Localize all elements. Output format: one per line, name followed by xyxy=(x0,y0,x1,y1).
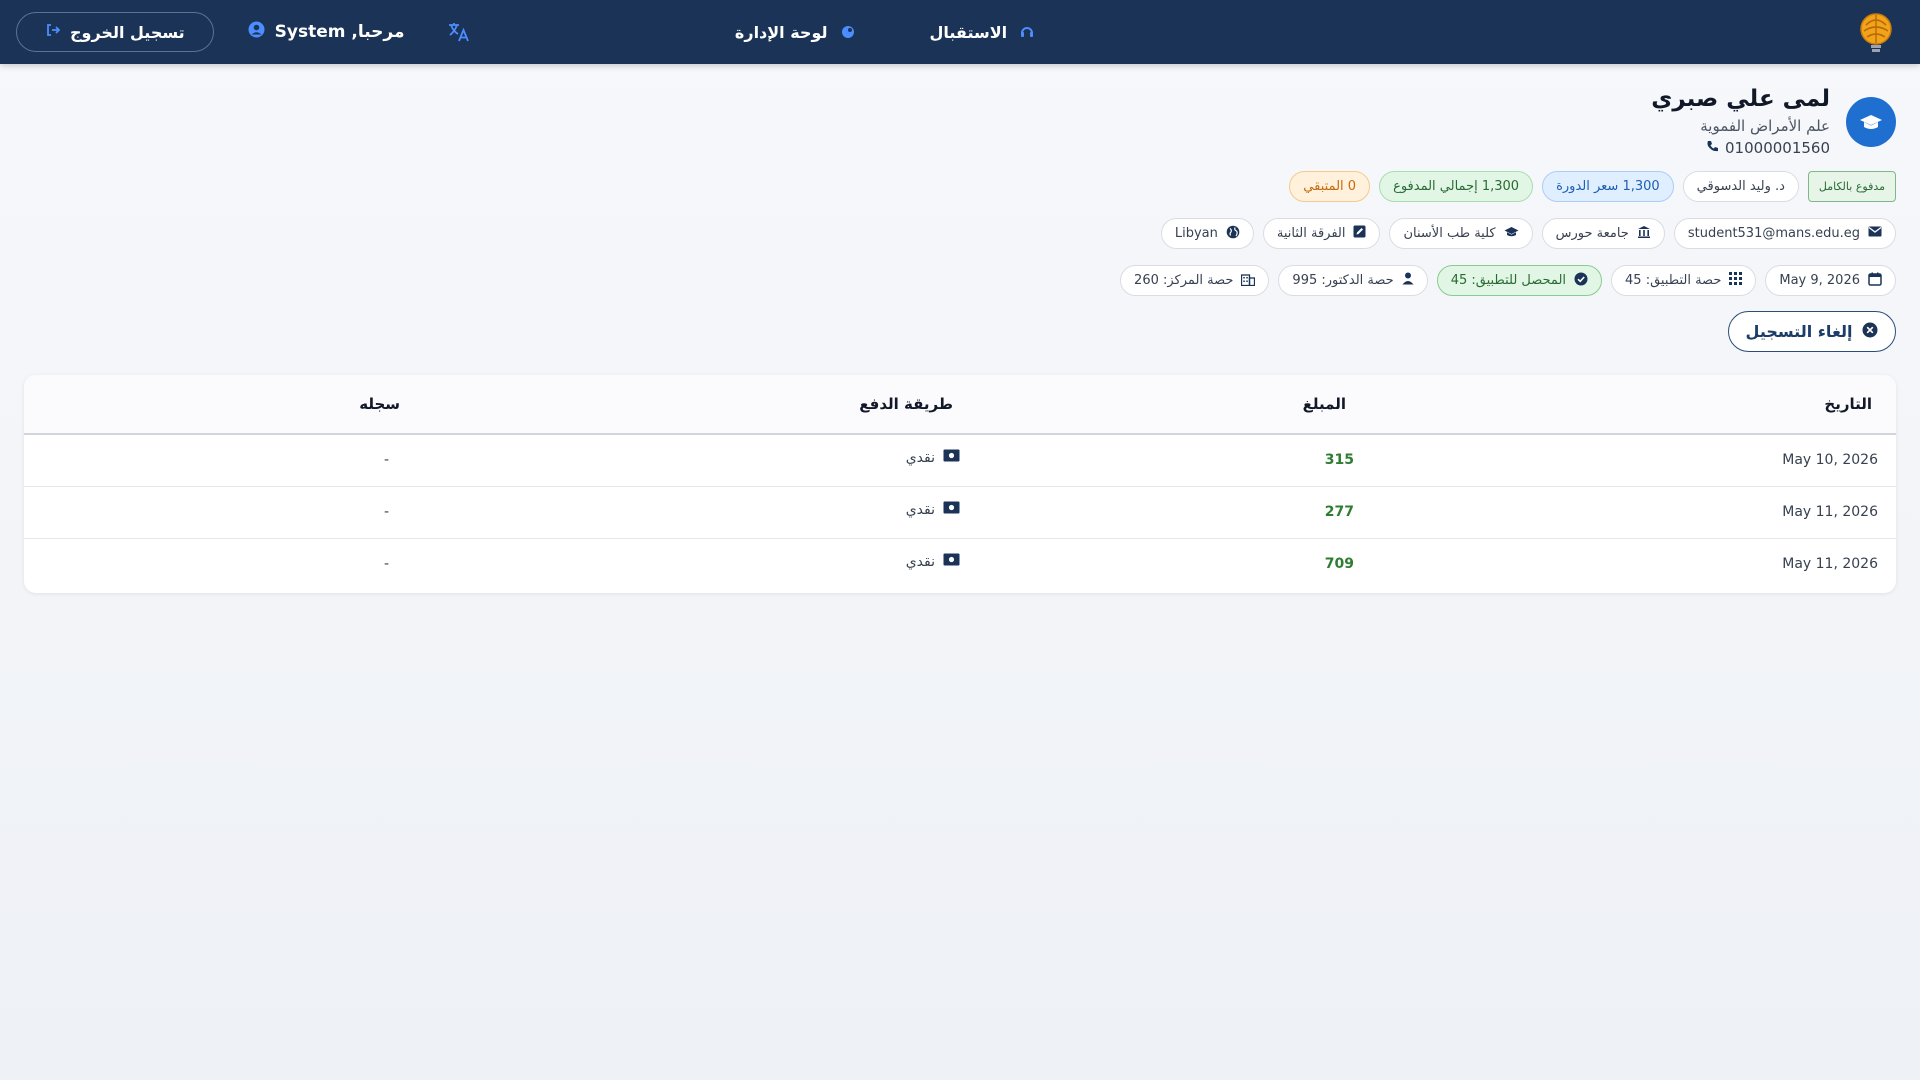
cash-icon xyxy=(943,553,960,570)
globe-icon xyxy=(1226,225,1240,243)
nav-reception[interactable]: الاستقبال xyxy=(930,23,1036,42)
row-date: May 11, 2026 xyxy=(1782,504,1878,520)
table-row: May 10, 2026 315 نقدي - xyxy=(24,435,1896,487)
logout-button[interactable]: تسجيل الخروج xyxy=(16,12,214,52)
remaining-chip: 0 المتبقي xyxy=(1289,171,1371,202)
cash-icon xyxy=(943,501,960,518)
app-share: حصة التطبيق: 45 xyxy=(1625,273,1722,288)
row-amount: 315 xyxy=(1324,452,1354,468)
student-faculty: كلية طب الأسنان xyxy=(1403,226,1496,241)
cash-icon xyxy=(943,449,960,466)
date-chip: May 9, 2026 xyxy=(1765,265,1896,296)
row-amount: 709 xyxy=(1324,556,1354,572)
logout-icon xyxy=(45,22,61,42)
course-price-chip: 1,300 سعر الدورة xyxy=(1542,171,1674,202)
top-navbar: الاستقبال لوحة الإدارة تسجيل الخروج مرحب… xyxy=(0,0,1920,64)
year-chip: الفرقة الثانية xyxy=(1262,218,1381,249)
email-chip: student531@mans.edu.eg xyxy=(1673,218,1896,249)
welcome-text: مرحبا, System xyxy=(274,22,405,42)
school-icon xyxy=(1504,226,1519,242)
row-recorded-by: - xyxy=(383,556,389,572)
payments-table: التاريخ المبلغ طريقة الدفع سجله May 10, … xyxy=(24,375,1896,593)
person-icon xyxy=(1402,272,1414,289)
faculty-chip: كلية طب الأسنان xyxy=(1389,218,1533,249)
doctor-share-chip: حصة الدكتور: 995 xyxy=(1278,265,1428,296)
table-header: التاريخ المبلغ طريقة الدفع سجله xyxy=(24,375,1896,435)
translate-icon[interactable] xyxy=(447,21,471,43)
university-chip: جامعة حورس xyxy=(1541,218,1665,249)
header-date: التاريخ xyxy=(1824,395,1872,413)
header-amount: المبلغ xyxy=(1302,395,1346,413)
nav-dashboard[interactable]: لوحة الإدارة xyxy=(735,23,856,42)
paid-status-badge: مدفوع بالكامل xyxy=(1807,171,1896,202)
center-share: حصة المركز: 260 xyxy=(1134,273,1234,288)
doctor-chip: د. وليد الدسوقي xyxy=(1682,171,1799,202)
student-university: جامعة حورس xyxy=(1555,226,1629,241)
row-amount: 277 xyxy=(1324,504,1354,520)
total-paid: 1,300 إجمالي المدفوع xyxy=(1393,179,1520,194)
building-icon xyxy=(1241,272,1256,290)
row-method-label: نقدي xyxy=(905,449,935,466)
app-collected-chip: المحصل للتطبيق: 45 xyxy=(1436,265,1603,296)
nav-user-area: تسجيل الخروج مرحبا, System xyxy=(16,12,471,52)
cancel-enrollment-button[interactable]: إلغاء التسجيل xyxy=(1728,311,1896,352)
header-recorded-by: سجله xyxy=(359,395,400,413)
student-specialty: علم الأمراض الفموية xyxy=(1700,117,1830,135)
enrollment-date: May 9, 2026 xyxy=(1779,273,1860,288)
center-share-chip: حصة المركز: 260 xyxy=(1120,265,1270,296)
cancel-label: إلغاء التسجيل xyxy=(1745,322,1853,341)
graduation-cap-icon xyxy=(1846,97,1896,147)
row-method: نقدي xyxy=(906,501,960,518)
row-date: May 11, 2026 xyxy=(1782,556,1878,572)
student-phone: 01000001560 xyxy=(1651,139,1830,157)
grid-icon xyxy=(1729,272,1743,289)
headset-icon xyxy=(1019,24,1035,40)
doctor-share: حصة الدكتور: 995 xyxy=(1292,273,1394,288)
remaining-amount: 0 المتبقي xyxy=(1303,179,1357,194)
shares-row: May 9, 2026 حصة التطبيق: 45 المحصل للتطب… xyxy=(1120,265,1896,296)
cancel-circle-icon xyxy=(1862,322,1878,342)
check-circle-icon xyxy=(1574,272,1588,290)
app-collected: المحصل للتطبيق: 45 xyxy=(1450,273,1567,288)
phone-number: 01000001560 xyxy=(1725,139,1830,157)
student-email: student531@mans.edu.eg xyxy=(1687,226,1860,241)
welcome-user: مرحبا, System xyxy=(248,21,405,43)
user-circle-icon xyxy=(248,21,265,43)
dashboard-icon xyxy=(840,24,856,40)
course-price: 1,300 سعر الدورة xyxy=(1556,179,1660,194)
student-details-row: student531@mans.edu.eg جامعة حورس كلية ط… xyxy=(1160,218,1896,249)
logout-label: تسجيل الخروج xyxy=(70,22,185,42)
nav-reception-label: الاستقبال xyxy=(929,22,1008,42)
phone-icon xyxy=(1706,139,1719,157)
email-icon xyxy=(1868,226,1882,241)
row-method-label: نقدي xyxy=(905,553,935,570)
calendar-icon xyxy=(1868,272,1882,290)
header-method: طريقة الدفع xyxy=(859,395,953,413)
app-share-chip: حصة التطبيق: 45 xyxy=(1611,265,1757,296)
student-year: الفرقة الثانية xyxy=(1276,226,1346,241)
student-name: لمى علي صبري xyxy=(1651,86,1830,112)
university-icon xyxy=(1637,225,1651,243)
row-method: نقدي xyxy=(906,553,960,570)
row-recorded-by: - xyxy=(383,452,389,468)
student-nationality: Libyan xyxy=(1174,226,1218,241)
table-row: May 11, 2026 709 نقدي - xyxy=(24,539,1896,591)
table-row: May 11, 2026 277 نقدي - xyxy=(24,487,1896,539)
payment-summary-row: مدفوع بالكامل د. وليد الدسوقي 1,300 سعر … xyxy=(1289,171,1896,202)
row-recorded-by: - xyxy=(383,504,389,520)
row-method: نقدي xyxy=(906,449,960,466)
doctor-name: د. وليد الدسوقي xyxy=(1696,179,1785,194)
row-date: May 10, 2026 xyxy=(1782,452,1878,468)
nationality-chip: Libyan xyxy=(1160,218,1254,249)
nav-dashboard-label: لوحة الإدارة xyxy=(734,22,828,42)
student-profile-header: لمى علي صبري علم الأمراض الفموية 0100000… xyxy=(1651,85,1896,157)
total-paid-chip: 1,300 إجمالي المدفوع xyxy=(1379,171,1534,202)
edit-square-icon xyxy=(1353,225,1366,242)
row-method-label: نقدي xyxy=(905,501,935,518)
